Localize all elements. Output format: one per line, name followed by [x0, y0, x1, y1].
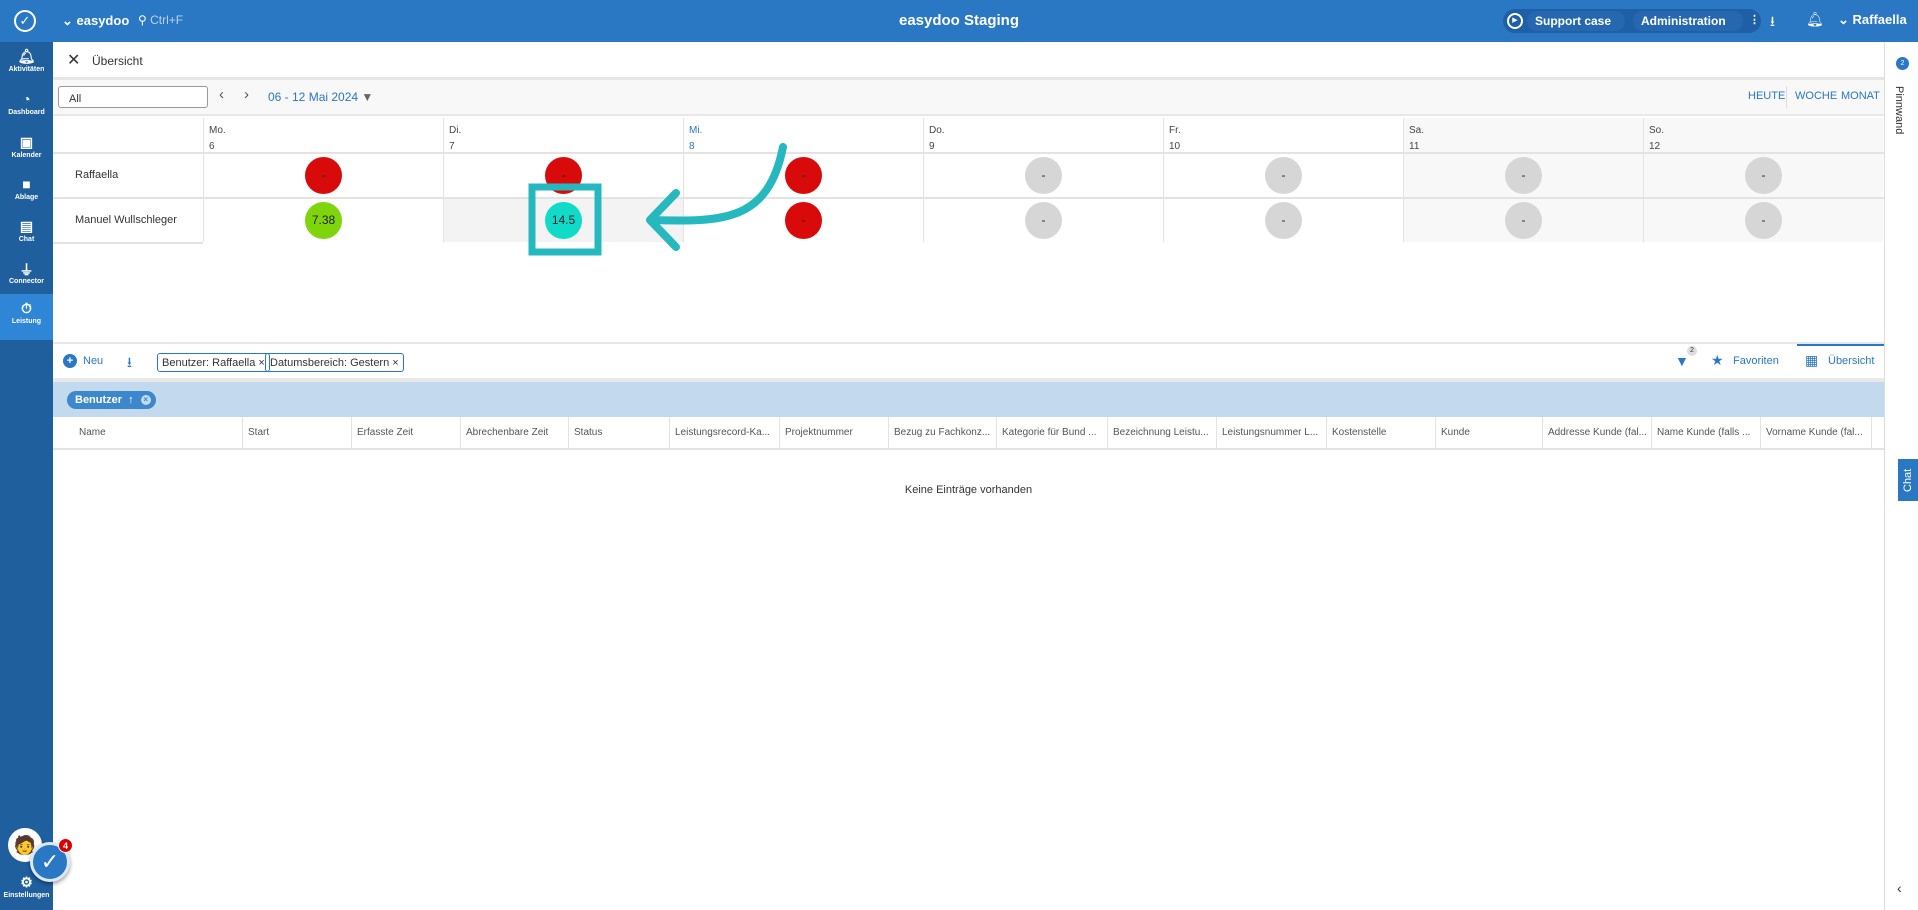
sidebar-item-aktivitaeten[interactable]: 🔔︎ Aktivitäten: [0, 42, 53, 88]
folder-icon: ■: [22, 176, 31, 192]
sidebar-item-label: Dashboard: [8, 109, 45, 116]
column-header[interactable]: Projektnummer: [780, 417, 889, 448]
download-icon[interactable]: ⭳: [1770, 11, 1775, 35]
filter-chip[interactable]: Datumsbereich: Gestern ×: [265, 353, 404, 372]
column-header[interactable]: Name Kunde (falls ...: [1652, 417, 1761, 448]
list-toolbar: + Neu ⭳ Benutzer: Raffaella × Datumsbere…: [53, 342, 1884, 382]
column-header[interactable]: Vorname Kunde (fal...: [1761, 417, 1872, 448]
column-header[interactable]: Start: [243, 417, 352, 448]
annotation-overlay: [528, 143, 787, 256]
group-chip[interactable]: Benutzer ↑ ×: [67, 391, 156, 409]
plug-icon: ⏚: [19, 262, 34, 278]
records-list: + Neu ⭳ Benutzer: Raffaella × Datumsbere…: [53, 342, 1884, 496]
column-header[interactable]: Kostenstelle: [1327, 417, 1436, 448]
download-icon[interactable]: ⭳: [127, 352, 132, 376]
filter-icon[interactable]: ▼: [1675, 353, 1689, 369]
more-icon[interactable]: ⋮: [1749, 13, 1760, 26]
sidebar: 🔔︎ Aktivitäten ◔ Dashboard ▣ Kalender ■ Abla…: [0, 42, 73, 910]
remove-group-icon[interactable]: ×: [140, 395, 151, 405]
gear-icon: ⚙: [20, 874, 33, 890]
chat-icon: ▤: [19, 218, 34, 234]
sidebar-item-kalender[interactable]: ▣ Kalender: [0, 128, 53, 174]
sidebar-item-ablage[interactable]: ■ Ablage: [0, 170, 53, 216]
group-by-bar: Benutzer ↑ ×: [53, 382, 1884, 417]
favorites-button[interactable]: Favoriten: [1733, 355, 1779, 367]
new-button[interactable]: Neu: [83, 355, 103, 367]
sidebar-item-einstellungen[interactable]: ⚙ Einstellungen: [0, 868, 53, 908]
search-icon: ⚲: [138, 13, 147, 27]
sidebar-item-label: Ablage: [14, 194, 39, 201]
plus-icon[interactable]: +: [63, 354, 77, 368]
pinnwand-tab[interactable]: Pinnwand: [1893, 86, 1905, 134]
pinnwand-count: 2: [1896, 57, 1909, 70]
right-panel: 2 Pinnwand Chat ‹: [1884, 42, 1918, 910]
column-header[interactable]: Addresse Kunde (fal...: [1543, 417, 1652, 448]
sidebar-item-label: Aktivitäten: [8, 66, 45, 73]
empty-message: Keine Einträge vorhanden: [904, 484, 1033, 496]
sidebar-item-label: Kalender: [11, 152, 42, 159]
column-header[interactable]: Bezeichnung Leistu...: [1108, 417, 1217, 448]
app-logo-icon[interactable]: ✓: [14, 10, 36, 32]
column-header[interactable]: Status: [569, 417, 670, 448]
chip-label: Benutzer: Raffaella: [162, 357, 256, 369]
workspace-name: easydoo: [76, 13, 130, 28]
play-icon[interactable]: ▶: [1507, 13, 1523, 29]
column-header[interactable]: Leistungsnummer L...: [1217, 417, 1327, 448]
column-header[interactable]: Bezug zu Fachkonz...: [889, 417, 997, 448]
star-icon[interactable]: ★: [1711, 352, 1724, 369]
column-header[interactable]: Leistungsrecord-Ka...: [670, 417, 780, 448]
table-header: Name Start Erfasste Zeit Abrechenbare Zeit S…: [53, 417, 1884, 450]
sidebar-item-label: Leistung: [11, 318, 42, 325]
close-icon[interactable]: ×: [392, 357, 398, 369]
column-header[interactable]: Erfasste Zeit: [352, 417, 461, 448]
user-menu[interactable]: ⌄ Raffaella: [1838, 12, 1907, 28]
filter-chip[interactable]: Benutzer: Raffaella ×: [157, 353, 270, 372]
arrow-annotation: [647, 143, 787, 225]
workspace-switcher[interactable]: ⌄ easydoo: [62, 13, 129, 29]
top-bar: ✓ ⌄ easydoo ⚲ Ctrl+F easydoo Staging ▶ S…: [0, 0, 1918, 42]
layout-icon[interactable]: ▦: [1805, 352, 1818, 369]
column-header[interactable]: Name: [53, 417, 243, 448]
close-icon[interactable]: ×: [258, 357, 264, 369]
active-tab-indicator: [1797, 344, 1884, 346]
overview-tab[interactable]: Übersicht: [1828, 355, 1874, 367]
column-header[interactable]: Kategorie für Bund ...: [997, 417, 1108, 448]
sidebar-item-label: Chat: [18, 236, 35, 243]
search-shortcut: Ctrl+F: [150, 13, 184, 27]
user-name: Raffaella: [1852, 12, 1907, 27]
column-header[interactable]: Kunde: [1436, 417, 1543, 448]
mode-switch: ▶ Support case Administration ⋮: [1503, 9, 1761, 33]
sidebar-item-chat[interactable]: ▤ Chat: [0, 212, 53, 258]
sidebar-item-label: Einstellungen: [3, 892, 50, 899]
chip-label: Datumsbereich: Gestern: [270, 357, 390, 369]
administration-button[interactable]: Administration: [1633, 11, 1743, 31]
group-label: Benutzer: [75, 394, 123, 406]
search-button[interactable]: ⚲ Ctrl+F: [138, 13, 183, 27]
calendar-icon: ▣: [19, 134, 34, 150]
gauge-icon: ◔: [22, 91, 31, 107]
sidebar-item-leistung[interactable]: ⏱︎ Leistung: [0, 294, 53, 340]
chevron-left-icon[interactable]: ‹: [1897, 880, 1902, 896]
stopwatch-icon: ⏱︎: [21, 300, 32, 316]
bell-icon: 🔔︎: [17, 48, 36, 64]
notification-bell-icon[interactable]: 🔔︎: [1806, 11, 1824, 28]
column-header[interactable]: Abrechenbare Zeit: [461, 417, 569, 448]
sidebar-item-dashboard[interactable]: ◔ Dashboard: [0, 85, 53, 131]
filter-count: 2: [1687, 346, 1697, 356]
highlight-box: [528, 183, 602, 256]
main-content: ✕ Übersicht All ‹ › 06 - 12 Mai 2024 ▼ H…: [53, 42, 1884, 910]
sidebar-item-label: Connector: [9, 278, 44, 285]
chat-tab[interactable]: Chat: [1898, 459, 1918, 501]
support-case-button[interactable]: Support case: [1527, 11, 1625, 31]
